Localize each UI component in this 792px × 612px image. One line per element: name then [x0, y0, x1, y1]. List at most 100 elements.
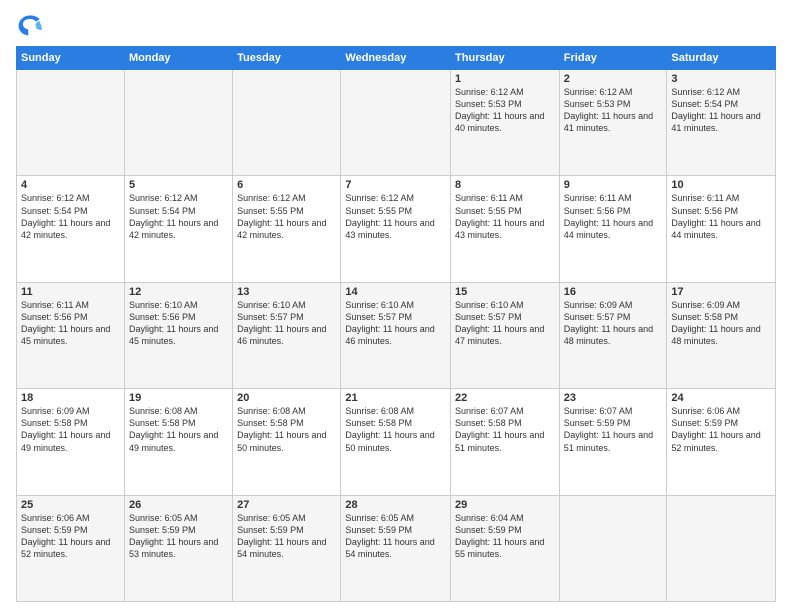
day-number: 12: [129, 286, 228, 298]
day-info: Sunrise: 6:10 AM Sunset: 5:57 PM Dayligh…: [345, 299, 446, 348]
day-number: 15: [455, 286, 555, 298]
day-number: 2: [564, 73, 663, 85]
day-info: Sunrise: 6:12 AM Sunset: 5:55 PM Dayligh…: [345, 192, 446, 241]
page: SundayMondayTuesdayWednesdayThursdayFrid…: [0, 0, 792, 612]
day-number: 11: [21, 286, 120, 298]
day-info: Sunrise: 6:12 AM Sunset: 5:53 PM Dayligh…: [564, 86, 663, 135]
day-number: 3: [671, 73, 771, 85]
calendar-cell: 6Sunrise: 6:12 AM Sunset: 5:55 PM Daylig…: [233, 176, 341, 282]
day-number: 17: [671, 286, 771, 298]
header-cell-tuesday: Tuesday: [233, 47, 341, 70]
week-row-3: 11Sunrise: 6:11 AM Sunset: 5:56 PM Dayli…: [17, 282, 776, 388]
day-number: 21: [345, 392, 446, 404]
header: [16, 12, 776, 40]
header-cell-wednesday: Wednesday: [341, 47, 451, 70]
calendar-cell: 1Sunrise: 6:12 AM Sunset: 5:53 PM Daylig…: [451, 70, 560, 176]
day-number: 25: [21, 499, 120, 511]
day-info: Sunrise: 6:12 AM Sunset: 5:54 PM Dayligh…: [671, 86, 771, 135]
calendar-cell: 26Sunrise: 6:05 AM Sunset: 5:59 PM Dayli…: [124, 495, 232, 601]
day-number: 18: [21, 392, 120, 404]
day-number: 28: [345, 499, 446, 511]
day-info: Sunrise: 6:11 AM Sunset: 5:56 PM Dayligh…: [21, 299, 120, 348]
day-number: 5: [129, 179, 228, 191]
day-info: Sunrise: 6:09 AM Sunset: 5:57 PM Dayligh…: [564, 299, 663, 348]
day-number: 20: [237, 392, 336, 404]
day-number: 16: [564, 286, 663, 298]
day-number: 24: [671, 392, 771, 404]
header-cell-sunday: Sunday: [17, 47, 125, 70]
calendar-cell: 22Sunrise: 6:07 AM Sunset: 5:58 PM Dayli…: [451, 389, 560, 495]
day-info: Sunrise: 6:08 AM Sunset: 5:58 PM Dayligh…: [129, 405, 228, 454]
day-info: Sunrise: 6:10 AM Sunset: 5:57 PM Dayligh…: [237, 299, 336, 348]
calendar-cell: 3Sunrise: 6:12 AM Sunset: 5:54 PM Daylig…: [667, 70, 776, 176]
day-info: Sunrise: 6:11 AM Sunset: 5:56 PM Dayligh…: [671, 192, 771, 241]
calendar-cell: [124, 70, 232, 176]
calendar-cell: [17, 70, 125, 176]
day-info: Sunrise: 6:12 AM Sunset: 5:53 PM Dayligh…: [455, 86, 555, 135]
day-info: Sunrise: 6:06 AM Sunset: 5:59 PM Dayligh…: [671, 405, 771, 454]
header-cell-saturday: Saturday: [667, 47, 776, 70]
day-number: 10: [671, 179, 771, 191]
day-number: 7: [345, 179, 446, 191]
calendar-cell: 12Sunrise: 6:10 AM Sunset: 5:56 PM Dayli…: [124, 282, 232, 388]
day-info: Sunrise: 6:11 AM Sunset: 5:56 PM Dayligh…: [564, 192, 663, 241]
day-number: 23: [564, 392, 663, 404]
calendar-cell: 29Sunrise: 6:04 AM Sunset: 5:59 PM Dayli…: [451, 495, 560, 601]
calendar-cell: 20Sunrise: 6:08 AM Sunset: 5:58 PM Dayli…: [233, 389, 341, 495]
day-info: Sunrise: 6:07 AM Sunset: 5:58 PM Dayligh…: [455, 405, 555, 454]
calendar-cell: 2Sunrise: 6:12 AM Sunset: 5:53 PM Daylig…: [559, 70, 667, 176]
calendar-cell: 11Sunrise: 6:11 AM Sunset: 5:56 PM Dayli…: [17, 282, 125, 388]
calendar-cell: 7Sunrise: 6:12 AM Sunset: 5:55 PM Daylig…: [341, 176, 451, 282]
day-number: 6: [237, 179, 336, 191]
calendar-cell: 4Sunrise: 6:12 AM Sunset: 5:54 PM Daylig…: [17, 176, 125, 282]
calendar-cell: 16Sunrise: 6:09 AM Sunset: 5:57 PM Dayli…: [559, 282, 667, 388]
calendar-cell: 14Sunrise: 6:10 AM Sunset: 5:57 PM Dayli…: [341, 282, 451, 388]
week-row-5: 25Sunrise: 6:06 AM Sunset: 5:59 PM Dayli…: [17, 495, 776, 601]
day-info: Sunrise: 6:05 AM Sunset: 5:59 PM Dayligh…: [345, 512, 446, 561]
calendar-cell: [341, 70, 451, 176]
day-number: 19: [129, 392, 228, 404]
day-info: Sunrise: 6:12 AM Sunset: 5:55 PM Dayligh…: [237, 192, 336, 241]
calendar-cell: 17Sunrise: 6:09 AM Sunset: 5:58 PM Dayli…: [667, 282, 776, 388]
day-number: 14: [345, 286, 446, 298]
header-cell-friday: Friday: [559, 47, 667, 70]
calendar-cell: 8Sunrise: 6:11 AM Sunset: 5:55 PM Daylig…: [451, 176, 560, 282]
day-info: Sunrise: 6:05 AM Sunset: 5:59 PM Dayligh…: [129, 512, 228, 561]
day-info: Sunrise: 6:12 AM Sunset: 5:54 PM Dayligh…: [21, 192, 120, 241]
day-info: Sunrise: 6:10 AM Sunset: 5:56 PM Dayligh…: [129, 299, 228, 348]
calendar-cell: 25Sunrise: 6:06 AM Sunset: 5:59 PM Dayli…: [17, 495, 125, 601]
week-row-2: 4Sunrise: 6:12 AM Sunset: 5:54 PM Daylig…: [17, 176, 776, 282]
day-number: 9: [564, 179, 663, 191]
calendar-cell: 23Sunrise: 6:07 AM Sunset: 5:59 PM Dayli…: [559, 389, 667, 495]
calendar-cell: [559, 495, 667, 601]
logo: [16, 12, 48, 40]
calendar-cell: 5Sunrise: 6:12 AM Sunset: 5:54 PM Daylig…: [124, 176, 232, 282]
day-number: 13: [237, 286, 336, 298]
calendar-cell: 9Sunrise: 6:11 AM Sunset: 5:56 PM Daylig…: [559, 176, 667, 282]
day-number: 8: [455, 179, 555, 191]
calendar-cell: 10Sunrise: 6:11 AM Sunset: 5:56 PM Dayli…: [667, 176, 776, 282]
calendar-cell: 18Sunrise: 6:09 AM Sunset: 5:58 PM Dayli…: [17, 389, 125, 495]
header-cell-monday: Monday: [124, 47, 232, 70]
day-number: 4: [21, 179, 120, 191]
day-number: 26: [129, 499, 228, 511]
week-row-1: 1Sunrise: 6:12 AM Sunset: 5:53 PM Daylig…: [17, 70, 776, 176]
calendar-cell: 24Sunrise: 6:06 AM Sunset: 5:59 PM Dayli…: [667, 389, 776, 495]
day-number: 29: [455, 499, 555, 511]
calendar-table: SundayMondayTuesdayWednesdayThursdayFrid…: [16, 46, 776, 602]
day-info: Sunrise: 6:08 AM Sunset: 5:58 PM Dayligh…: [237, 405, 336, 454]
day-number: 27: [237, 499, 336, 511]
day-info: Sunrise: 6:08 AM Sunset: 5:58 PM Dayligh…: [345, 405, 446, 454]
week-row-4: 18Sunrise: 6:09 AM Sunset: 5:58 PM Dayli…: [17, 389, 776, 495]
calendar-cell: 28Sunrise: 6:05 AM Sunset: 5:59 PM Dayli…: [341, 495, 451, 601]
calendar-cell: [233, 70, 341, 176]
day-info: Sunrise: 6:10 AM Sunset: 5:57 PM Dayligh…: [455, 299, 555, 348]
calendar-cell: 21Sunrise: 6:08 AM Sunset: 5:58 PM Dayli…: [341, 389, 451, 495]
day-number: 1: [455, 73, 555, 85]
calendar-cell: [667, 495, 776, 601]
logo-icon: [16, 12, 44, 40]
calendar-cell: 15Sunrise: 6:10 AM Sunset: 5:57 PM Dayli…: [451, 282, 560, 388]
day-info: Sunrise: 6:07 AM Sunset: 5:59 PM Dayligh…: [564, 405, 663, 454]
calendar-cell: 13Sunrise: 6:10 AM Sunset: 5:57 PM Dayli…: [233, 282, 341, 388]
day-info: Sunrise: 6:05 AM Sunset: 5:59 PM Dayligh…: [237, 512, 336, 561]
